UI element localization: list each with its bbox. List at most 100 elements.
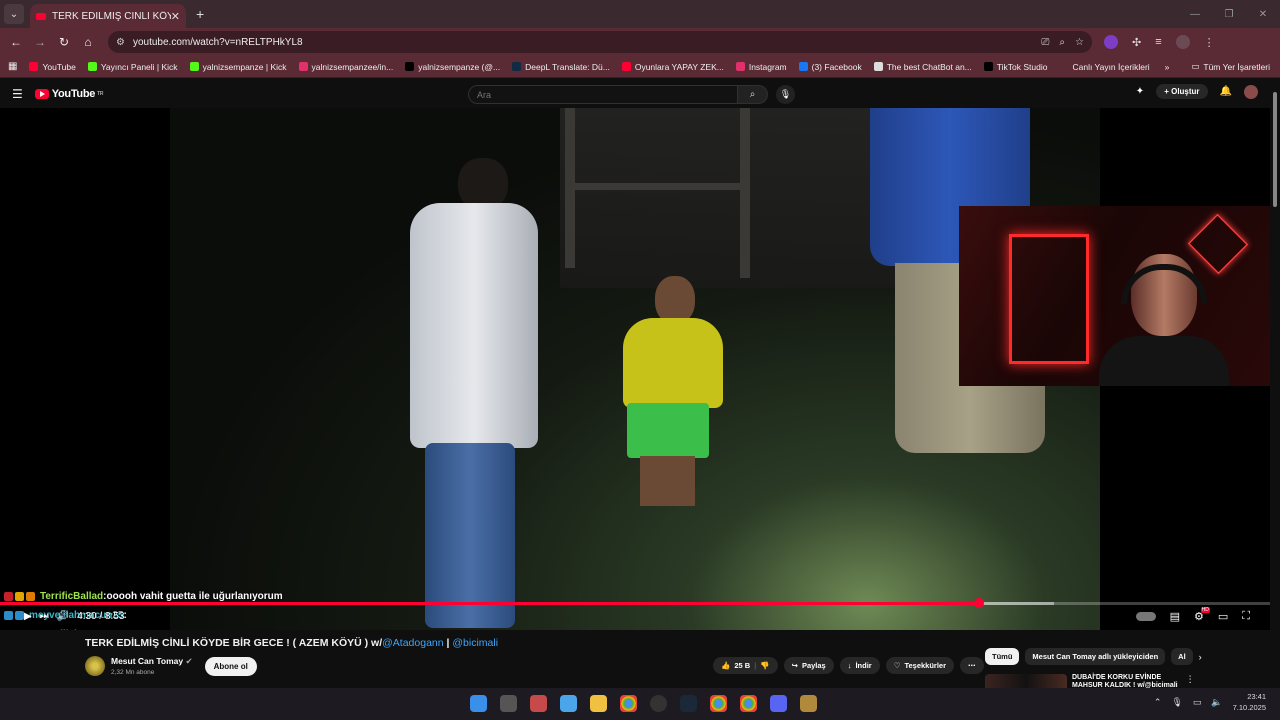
app-icon[interactable] <box>530 695 547 712</box>
more-actions-button[interactable]: ⋯ <box>960 657 984 674</box>
fullscreen-icon[interactable]: ⛶ <box>1242 610 1250 623</box>
mention-link[interactable]: @bicimali <box>452 637 498 649</box>
divider: | <box>754 661 757 670</box>
bookmark-item[interactable]: The best ChatBot an... <box>873 62 972 72</box>
like-button[interactable]: 👍 25 B | 👎 <box>713 657 778 674</box>
share-icon: ↪ <box>791 661 798 670</box>
video-player[interactable]: TerrificBallad : ooooh vahit guetta ile … <box>0 108 1270 630</box>
bookmark-item[interactable]: DeepL Translate: Dü... <box>512 62 610 72</box>
reload-icon[interactable]: ↻ <box>52 35 76 49</box>
bookmark-favicon-icon <box>1059 62 1069 71</box>
voice-search-icon[interactable]: 🎙 <box>776 85 795 104</box>
download-button[interactable]: ↓ İndir <box>839 657 880 674</box>
tray-expand-icon[interactable]: ⌃ <box>1154 697 1162 708</box>
theater-mode-icon[interactable]: ▭ <box>1218 610 1228 623</box>
create-button[interactable]: + Oluştur <box>1156 84 1208 99</box>
bookmark-item[interactable]: yalnizsempanzee/in... <box>298 62 393 72</box>
chip-related[interactable]: Al <box>1171 648 1193 665</box>
extension-icon[interactable] <box>1104 35 1118 49</box>
start-windows-icon[interactable] <box>470 695 487 712</box>
address-bar[interactable]: ⚙ youtube.com/watch?v=nRELTPHkYL8 ⎚ ⌕ ☆ <box>108 31 1092 53</box>
gemini-icon[interactable]: ✦ <box>1136 86 1144 97</box>
volume-icon[interactable]: 🔊 <box>57 611 69 622</box>
app-icon[interactable] <box>560 695 577 712</box>
taskbar-apps <box>470 695 817 712</box>
time-display: 4:30 / 8:53 <box>77 611 124 622</box>
play-icon[interactable]: ▶ <box>24 611 32 622</box>
bookmark-item[interactable]: Oyunlara YAPAY ZEK... <box>621 62 724 72</box>
account-avatar[interactable] <box>1244 84 1258 99</box>
player-controls-right: ▤ ⚙ HD ▭ ⛶ <box>1135 607 1250 623</box>
bookmark-item[interactable]: Canlı Yayın İçerikleri <box>1059 62 1150 72</box>
bookmark-item[interactable]: yalnizsempanze | Kick <box>189 62 287 72</box>
thumbs-down-icon[interactable]: 👎 <box>760 661 769 670</box>
home-icon[interactable]: ⌂ <box>76 35 100 49</box>
discord-icon[interactable] <box>770 695 787 712</box>
scrubber-handle[interactable] <box>973 598 984 608</box>
app-icon[interactable] <box>800 695 817 712</box>
subscribe-button[interactable]: Abone ol <box>204 656 257 676</box>
cast-icon[interactable]: ⎚ <box>1041 37 1049 48</box>
task-view-icon[interactable] <box>500 695 517 712</box>
browser-tab-active[interactable]: TERK EDİLMİŞ CİNLİ KÖYDE BİR ✕ <box>30 4 186 28</box>
minimize-icon[interactable]: — <box>1178 9 1212 20</box>
display-icon[interactable]: ▭ <box>1193 697 1202 708</box>
chrome-icon[interactable] <box>740 695 757 712</box>
chip-all[interactable]: Tümü <box>985 648 1020 665</box>
search-input[interactable] <box>468 85 738 104</box>
microphone-icon[interactable]: 🎙 <box>1171 697 1182 708</box>
next-icon[interactable]: ⏭ <box>40 611 49 622</box>
bookmark-star-icon[interactable]: ☆ <box>1075 37 1084 48</box>
bookmark-item[interactable]: TikTok Studio <box>983 62 1048 72</box>
mention-link[interactable]: @Atadogann <box>382 637 443 649</box>
chip-from-uploader[interactable]: Mesut Can Tomay adlı yükleyiciden <box>1025 648 1166 665</box>
bookmark-item[interactable]: Instagram <box>735 62 787 72</box>
app-icon[interactable] <box>650 695 667 712</box>
notifications-bell-icon[interactable]: 🔔 <box>1220 86 1232 97</box>
close-window-icon[interactable]: ✕ <box>1246 9 1280 20</box>
recommended-thumbnail[interactable] <box>985 674 1067 688</box>
forward-arrow-icon[interactable]: → <box>28 35 52 49</box>
tab-close-icon[interactable]: ✕ <box>171 10 180 23</box>
channel-name[interactable]: Mesut Can Tomay ✔ <box>111 656 193 667</box>
new-tab-button[interactable]: + <box>196 6 204 22</box>
profile-avatar[interactable] <box>1175 35 1190 49</box>
bookmark-item[interactable]: (3) Facebook <box>798 62 862 72</box>
url-text[interactable]: youtube.com/watch?v=nRELTPHkYL8 <box>133 37 1031 48</box>
bookmarks-overflow-icon[interactable]: » <box>1165 62 1170 72</box>
puzzle-icon[interactable]: ✣ <box>1132 36 1141 49</box>
back-arrow-icon[interactable]: ← <box>4 35 28 49</box>
site-info-icon[interactable]: ⚙ <box>116 37 125 48</box>
chrome-icon[interactable] <box>710 695 727 712</box>
all-bookmarks-link[interactable]: Tüm Yer İşaretleri <box>1203 62 1270 72</box>
restore-icon[interactable]: ❐ <box>1212 9 1246 20</box>
bookmark-favicon-icon <box>87 62 97 71</box>
steam-icon[interactable] <box>680 695 697 712</box>
share-button[interactable]: ↪ Paylaş <box>783 657 834 674</box>
chevron-right-icon[interactable]: › <box>1199 652 1202 662</box>
tab-search-chevron-icon[interactable]: ⌄ <box>4 4 24 24</box>
apps-grid-icon[interactable]: ▦ <box>8 61 17 72</box>
volume-icon[interactable]: 🔈 <box>1211 697 1222 708</box>
media-controls-icon[interactable]: ≡ <box>1155 36 1161 48</box>
zoom-icon[interactable]: ⌕ <box>1059 37 1065 48</box>
youtube-logo[interactable]: YouTube TR <box>34 88 103 100</box>
kebab-menu-icon[interactable]: ⋮ <box>1204 36 1215 49</box>
thanks-button[interactable]: ♡ Teşekkürler <box>885 657 955 674</box>
subtitles-icon[interactable]: ▤ <box>1170 610 1180 623</box>
settings-gear-icon[interactable]: ⚙ HD <box>1194 607 1210 623</box>
bookmark-item[interactable]: YouTube <box>29 62 76 72</box>
bookmark-item[interactable]: yalnizsempanze (@... <box>405 62 500 72</box>
autoplay-toggle[interactable] <box>1135 612 1156 621</box>
channel-avatar[interactable] <box>85 656 105 676</box>
scrollbar-thumb[interactable] <box>1273 92 1277 207</box>
search-icon[interactable]: ⌕ <box>738 85 768 104</box>
streamer <box>1099 254 1229 386</box>
bookmark-item[interactable]: Yayıncı Paneli | Kick <box>87 62 178 72</box>
progress-bar[interactable] <box>0 598 1270 608</box>
page-scrollbar[interactable] <box>1270 80 1280 688</box>
chrome-icon[interactable] <box>620 695 637 712</box>
file-explorer-icon[interactable] <box>590 695 607 712</box>
hamburger-menu-icon[interactable]: ☰ <box>12 87 23 101</box>
clock[interactable]: 23:41 7.10.2025 <box>1233 692 1266 713</box>
